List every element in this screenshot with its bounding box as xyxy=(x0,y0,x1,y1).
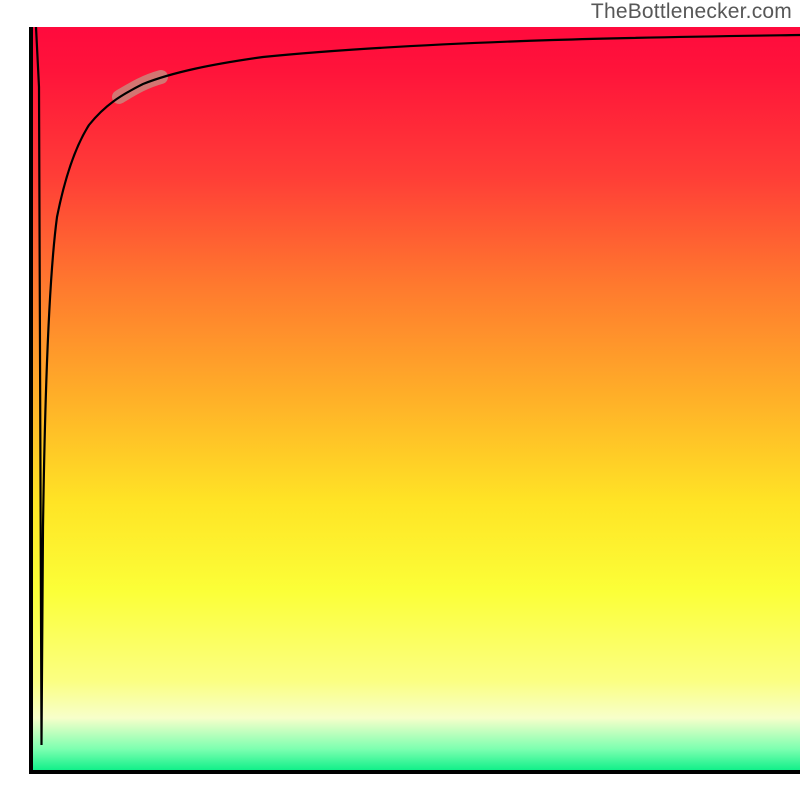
bottleneck-curve xyxy=(36,27,800,745)
y-axis xyxy=(29,27,33,773)
chart-container: TheBottlenecker.com xyxy=(0,0,800,800)
curve-svg xyxy=(33,27,800,770)
x-axis xyxy=(29,770,800,774)
watermark-text: TheBottlenecker.com xyxy=(591,0,792,24)
